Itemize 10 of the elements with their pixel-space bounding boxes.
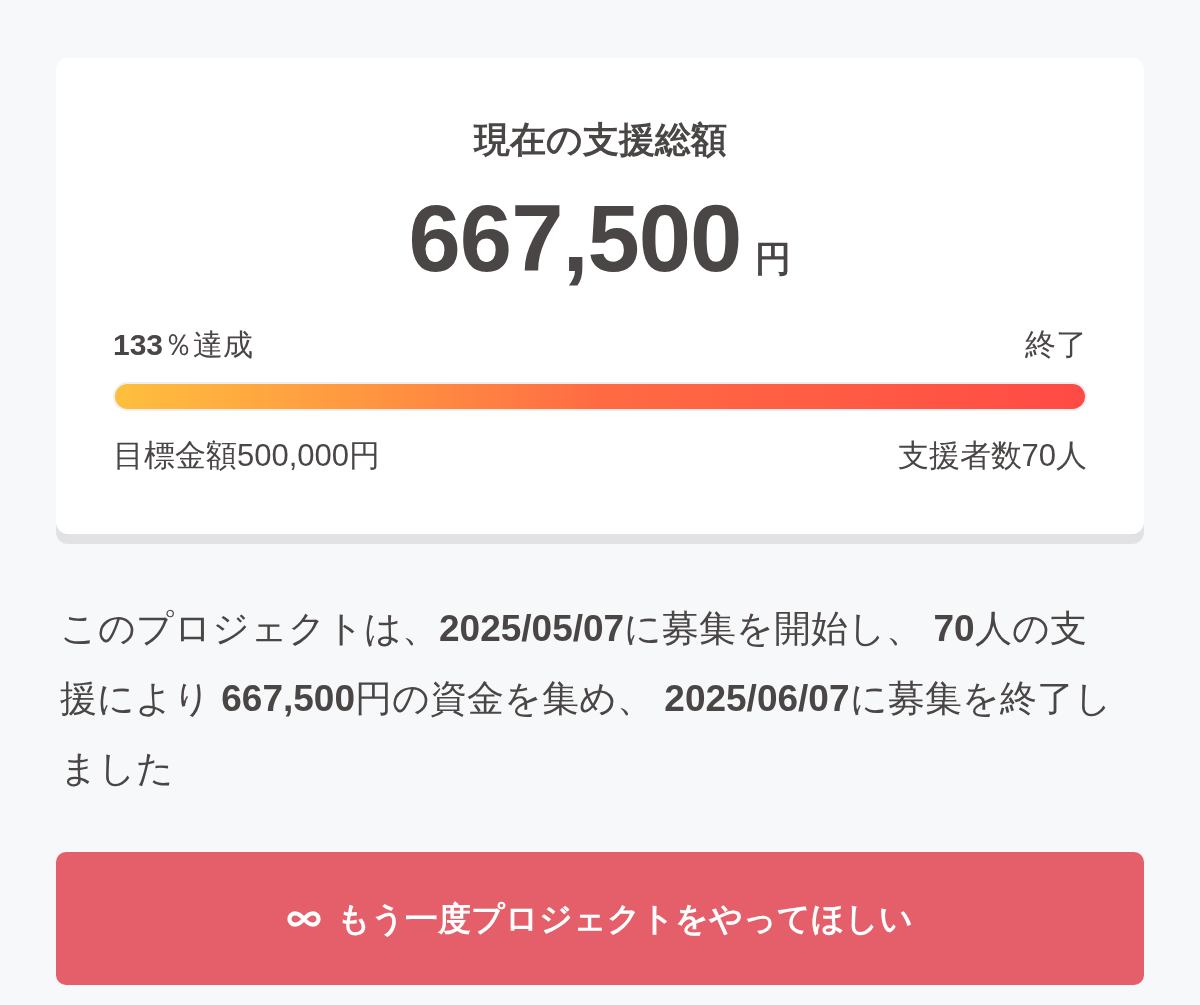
backer-count: 支援者数70人	[897, 437, 1087, 475]
total-amount: 667,500	[408, 189, 742, 289]
project-summary-text: このプロジェクトは、2025/05/07に募集を開始し、 70人の支援により 667,500円の資金を集め、 2025/06/07に募集を終了しました	[59, 607, 1113, 791]
card-title: 現在の支援総額	[473, 120, 727, 160]
status-label: 終了	[1025, 327, 1087, 363]
currency-label: 円	[755, 239, 792, 279]
goal-amount: 目標金額500,000円	[113, 437, 381, 475]
infinity-icon	[287, 909, 321, 928]
achievement-rate: 133％達成	[113, 327, 254, 363]
encore-request-button[interactable]: もう一度プロジェクトをやってほしい	[56, 852, 1144, 985]
